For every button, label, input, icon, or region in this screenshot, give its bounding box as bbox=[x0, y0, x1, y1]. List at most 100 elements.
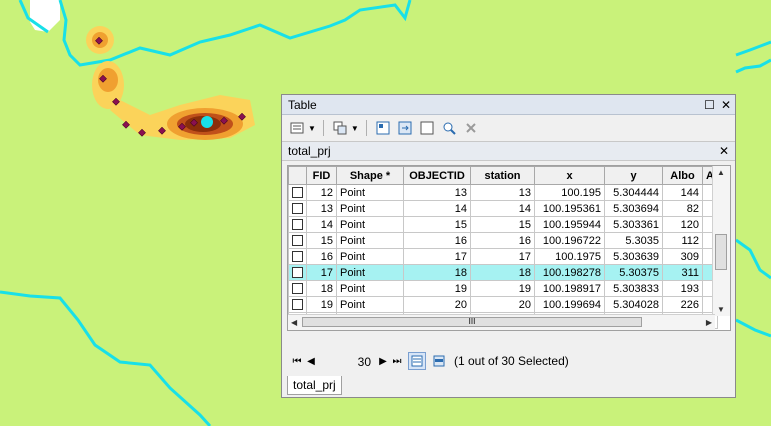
cell-objectid[interactable]: 17 bbox=[403, 248, 471, 265]
column-header-albo[interactable]: Albo bbox=[662, 166, 703, 185]
cell-objectid[interactable]: 16 bbox=[403, 232, 471, 249]
cell-shape[interactable]: Point bbox=[336, 248, 404, 265]
row-select-checkbox[interactable] bbox=[288, 280, 307, 297]
row-select-checkbox[interactable] bbox=[288, 248, 307, 265]
scroll-down-icon[interactable]: ▼ bbox=[717, 305, 725, 314]
cell-shape[interactable]: Point bbox=[336, 280, 404, 297]
table-row[interactable]: 19 Point 20 20 100.199694 5.304028 226 bbox=[288, 296, 718, 313]
row-select-checkbox[interactable] bbox=[288, 264, 307, 281]
table-tab-name[interactable]: total_prj bbox=[288, 144, 331, 158]
cell-y[interactable]: 5.30375 bbox=[604, 264, 663, 281]
column-header-station[interactable]: station bbox=[470, 166, 535, 185]
cell-shape[interactable]: Point bbox=[336, 216, 404, 233]
table-row[interactable]: 15 Point 16 16 100.196722 5.3035 112 bbox=[288, 232, 718, 249]
scroll-left-icon[interactable]: ◀ bbox=[291, 318, 297, 327]
cell-x[interactable]: 100.196722 bbox=[534, 232, 605, 249]
checkbox[interactable] bbox=[292, 187, 303, 198]
column-header-fid[interactable]: FID bbox=[306, 166, 337, 185]
column-header-x[interactable]: x bbox=[534, 166, 605, 185]
cell-station[interactable]: 17 bbox=[470, 248, 535, 265]
maximize-icon[interactable]: ☐ bbox=[704, 99, 715, 111]
column-header-select[interactable] bbox=[288, 166, 307, 185]
checkbox[interactable] bbox=[292, 283, 303, 294]
current-record-field[interactable]: 30 bbox=[318, 352, 376, 370]
cell-fid[interactable]: 16 bbox=[306, 248, 337, 265]
row-select-checkbox[interactable] bbox=[288, 296, 307, 313]
cell-fid[interactable]: 18 bbox=[306, 280, 337, 297]
table-options-icon[interactable] bbox=[288, 119, 306, 137]
last-record-icon[interactable]: ⏭ bbox=[390, 356, 404, 367]
row-select-checkbox[interactable] bbox=[288, 184, 307, 201]
cell-fid[interactable]: 15 bbox=[306, 232, 337, 249]
delete-selected-icon[interactable] bbox=[462, 119, 480, 137]
previous-record-icon[interactable]: ◀ bbox=[304, 356, 318, 367]
cell-y[interactable]: 5.303639 bbox=[604, 248, 663, 265]
cell-albo[interactable]: 309 bbox=[662, 248, 703, 265]
cell-albo[interactable]: 112 bbox=[662, 232, 703, 249]
cell-y[interactable]: 5.303833 bbox=[604, 280, 663, 297]
table-title-bar[interactable]: Table ☐ ✕ bbox=[282, 95, 735, 115]
cell-station[interactable]: 13 bbox=[470, 184, 535, 201]
close-icon[interactable]: ✕ bbox=[719, 144, 729, 158]
table-row[interactable]: 17 Point 18 18 100.198278 5.30375 311 bbox=[288, 264, 718, 281]
vertical-scroll-thumb[interactable] bbox=[715, 234, 727, 270]
cell-objectid[interactable]: 20 bbox=[403, 296, 471, 313]
cell-x[interactable]: 100.195944 bbox=[534, 216, 605, 233]
cell-fid[interactable]: 13 bbox=[306, 200, 337, 217]
row-select-checkbox[interactable] bbox=[288, 200, 307, 217]
next-record-icon[interactable]: ▶ bbox=[376, 356, 390, 367]
cell-objectid[interactable]: 18 bbox=[403, 264, 471, 281]
first-record-icon[interactable]: ⏮ bbox=[290, 356, 304, 367]
cell-shape[interactable]: Point bbox=[336, 264, 404, 281]
cell-objectid[interactable]: 19 bbox=[403, 280, 471, 297]
cell-shape[interactable]: Point bbox=[336, 296, 404, 313]
chevron-down-icon[interactable]: ▼ bbox=[351, 124, 359, 133]
cell-albo[interactable]: 311 bbox=[662, 264, 703, 281]
cell-shape[interactable]: Point bbox=[336, 200, 404, 217]
cell-y[interactable]: 5.303361 bbox=[604, 216, 663, 233]
vertical-scrollbar[interactable]: ▲ ▼ bbox=[712, 166, 730, 316]
cell-fid[interactable]: 14 bbox=[306, 216, 337, 233]
cell-objectid[interactable]: 13 bbox=[403, 184, 471, 201]
cell-y[interactable]: 5.304444 bbox=[604, 184, 663, 201]
row-select-checkbox[interactable] bbox=[288, 232, 307, 249]
column-header-objectid[interactable]: OBJECTID bbox=[403, 166, 471, 185]
chevron-down-icon[interactable]: ▼ bbox=[308, 124, 316, 133]
cell-x[interactable]: 100.198278 bbox=[534, 264, 605, 281]
cell-fid[interactable]: 17 bbox=[306, 264, 337, 281]
column-header-shape[interactable]: Shape * bbox=[336, 166, 404, 185]
cell-y[interactable]: 5.304028 bbox=[604, 296, 663, 313]
table-row[interactable]: 14 Point 15 15 100.195944 5.303361 120 bbox=[288, 216, 718, 233]
cell-x[interactable]: 100.195361 bbox=[534, 200, 605, 217]
close-icon[interactable]: ✕ bbox=[721, 99, 731, 111]
cell-fid[interactable]: 19 bbox=[306, 296, 337, 313]
table-row[interactable]: 18 Point 19 19 100.198917 5.303833 193 bbox=[288, 280, 718, 297]
cell-objectid[interactable]: 15 bbox=[403, 216, 471, 233]
table-row[interactable]: 12 Point 13 13 100.195 5.304444 144 bbox=[288, 184, 718, 201]
cell-y[interactable]: 5.303694 bbox=[604, 200, 663, 217]
clear-selection-icon[interactable] bbox=[418, 119, 436, 137]
cell-station[interactable]: 14 bbox=[470, 200, 535, 217]
bottom-table-tab[interactable]: total_prj bbox=[287, 376, 342, 395]
show-all-records-button[interactable] bbox=[408, 352, 426, 370]
related-tables-icon[interactable] bbox=[331, 119, 349, 137]
table-row[interactable]: 16 Point 17 17 100.1975 5.303639 309 bbox=[288, 248, 718, 265]
cell-x[interactable]: 100.199694 bbox=[534, 296, 605, 313]
cell-station[interactable]: 19 bbox=[470, 280, 535, 297]
cell-x[interactable]: 100.1975 bbox=[534, 248, 605, 265]
cell-station[interactable]: 18 bbox=[470, 264, 535, 281]
scroll-up-icon[interactable]: ▲ bbox=[717, 168, 725, 177]
checkbox[interactable] bbox=[292, 251, 303, 262]
cell-y[interactable]: 5.3035 bbox=[604, 232, 663, 249]
checkbox[interactable] bbox=[292, 235, 303, 246]
row-select-checkbox[interactable] bbox=[288, 216, 307, 233]
cell-albo[interactable]: 82 bbox=[662, 200, 703, 217]
cell-shape[interactable]: Point bbox=[336, 232, 404, 249]
cell-x[interactable]: 100.195 bbox=[534, 184, 605, 201]
cell-x[interactable]: 100.198917 bbox=[534, 280, 605, 297]
cell-albo[interactable]: 226 bbox=[662, 296, 703, 313]
cell-albo[interactable]: 144 bbox=[662, 184, 703, 201]
checkbox[interactable] bbox=[292, 203, 303, 214]
table-row[interactable]: 13 Point 14 14 100.195361 5.303694 82 bbox=[288, 200, 718, 217]
horizontal-scroll-thumb[interactable]: III bbox=[302, 317, 642, 327]
